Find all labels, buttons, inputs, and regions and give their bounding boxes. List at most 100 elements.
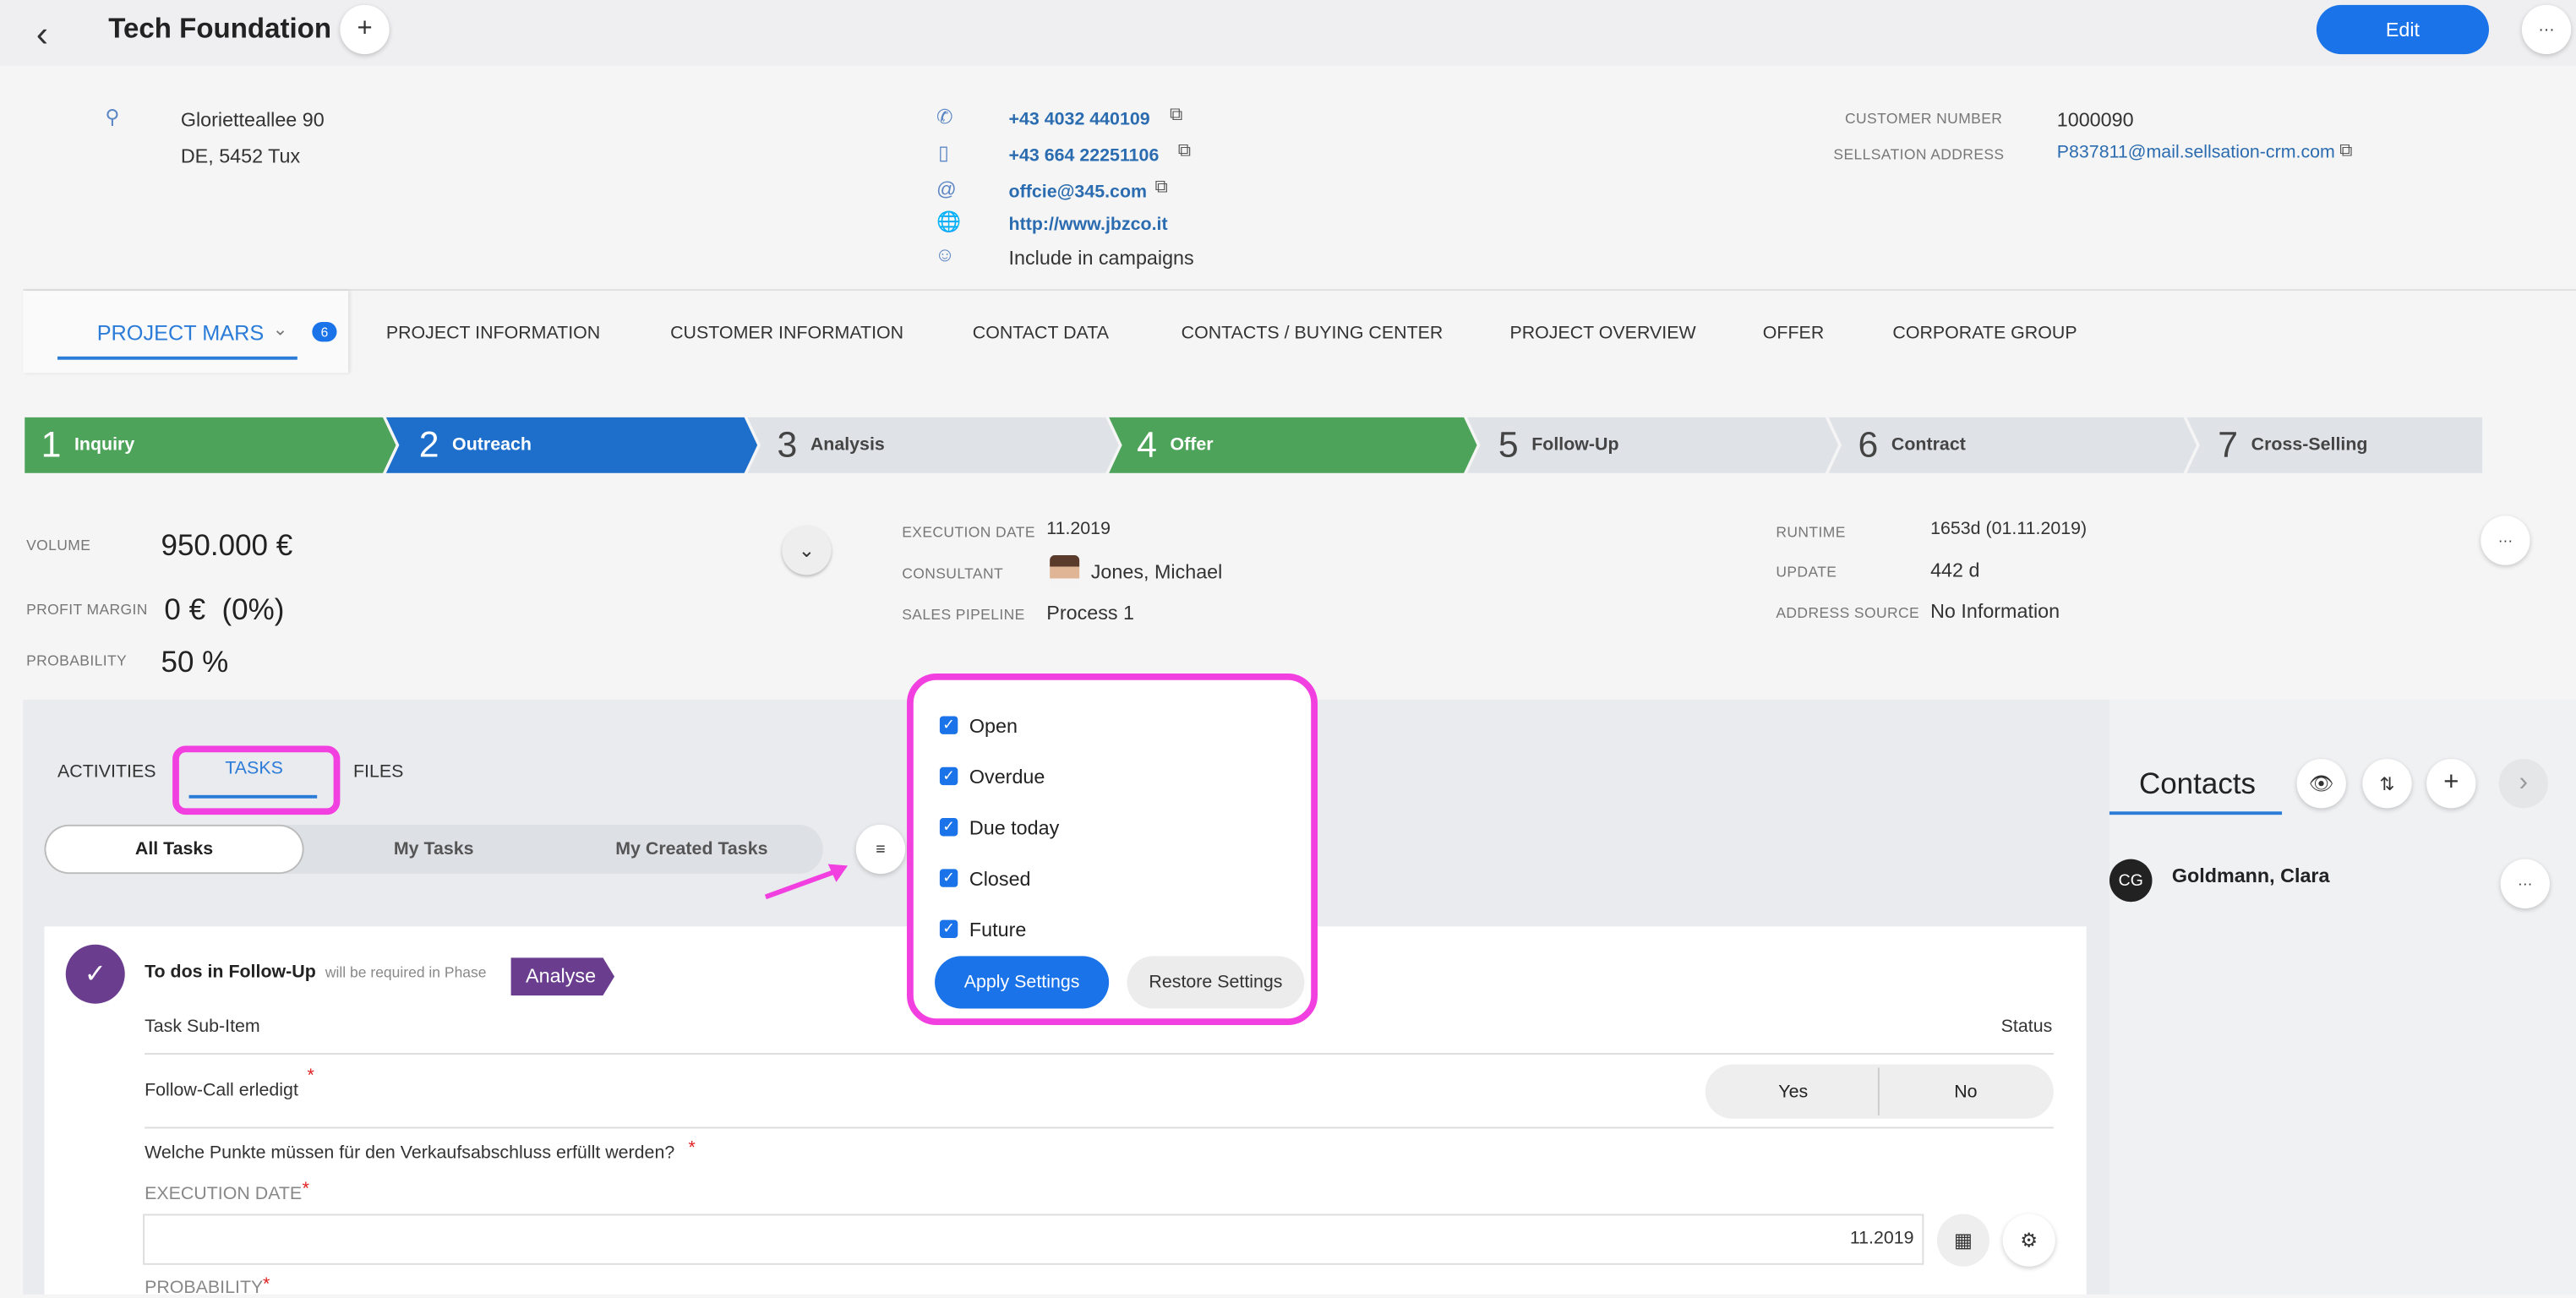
- sellsation-address[interactable]: P837811@mail.sellsation-crm.com: [2057, 143, 2335, 162]
- divider: [145, 1053, 2054, 1055]
- filter-all-tasks[interactable]: All Tasks: [46, 826, 303, 873]
- tab-project-information[interactable]: PROJECT INFORMATION: [386, 324, 600, 343]
- copy-icon[interactable]: ⧉: [1178, 141, 1191, 162]
- sort-icon[interactable]: ⇅: [2362, 759, 2412, 809]
- tab-contacts-buying-center[interactable]: CONTACTS / BUYING CENTER: [1182, 324, 1444, 343]
- phone-link[interactable]: +43 4032 440109: [1009, 110, 1150, 129]
- eye-icon[interactable]: 👁: [2296, 759, 2346, 809]
- tab-tasks[interactable]: TASKS: [225, 759, 283, 778]
- update-value: 442 d: [1930, 558, 1980, 582]
- filter-my-tasks[interactable]: My Tasks: [312, 826, 555, 872]
- email-link[interactable]: offcie@345.com: [1009, 183, 1147, 202]
- calendar-icon[interactable]: ▦: [1936, 1213, 1990, 1267]
- contact-avatar: CG: [2109, 859, 2153, 903]
- col-status: Status: [2000, 1017, 2053, 1037]
- option-due-today[interactable]: Due today: [969, 816, 1059, 839]
- more-options-button[interactable]: ···: [2521, 4, 2572, 55]
- tasks-tab-highlight: [172, 745, 341, 815]
- mobile-link[interactable]: +43 664 22251106: [1009, 146, 1160, 166]
- stage-inquiry[interactable]: 1 Inquiry: [25, 417, 135, 473]
- sellsation-address-label: SELLSATION ADDRESS: [1833, 146, 2005, 163]
- option-overdue[interactable]: Overdue: [969, 766, 1045, 788]
- apply-settings-button[interactable]: Apply Settings: [935, 956, 1110, 1009]
- annotation-arrow: [764, 864, 849, 900]
- tab-activities[interactable]: ACTIVITIES: [57, 762, 156, 782]
- execution-date-input-value: 11.2019: [1849, 1229, 1914, 1249]
- execution-date-label: EXECUTION DATE: [902, 524, 1035, 541]
- tab-project-overview[interactable]: PROJECT OVERVIEW: [1509, 324, 1695, 343]
- pipeline-stages: [25, 417, 2483, 473]
- checkbox-future[interactable]: ✓: [939, 919, 958, 938]
- checkbox-overdue[interactable]: ✓: [939, 766, 958, 786]
- tab-files[interactable]: FILES: [353, 762, 403, 782]
- probability-field-label: PROBABILITY: [145, 1278, 264, 1298]
- tab-corporate-group[interactable]: CORPORATE GROUP: [1892, 324, 2077, 343]
- update-label: UPDATE: [1776, 563, 1837, 581]
- task-filter-popup: ✓ Open ✓ Overdue ✓ Due today ✓ Closed ✓ …: [907, 673, 1318, 1025]
- phase-tag-label: Analyse: [526, 964, 597, 988]
- volume-value: 950.000 €: [161, 528, 293, 562]
- add-button[interactable]: +: [340, 4, 390, 55]
- stage-analysis[interactable]: 3 Analysis: [761, 417, 884, 473]
- contact-more-button[interactable]: ···: [2500, 859, 2550, 908]
- execution-date-value: 11.2019: [1046, 519, 1111, 539]
- stage-outreach[interactable]: 2 Outreach: [402, 417, 532, 473]
- option-closed[interactable]: Closed: [969, 867, 1031, 890]
- expand-chevron-icon[interactable]: ⌄: [782, 526, 832, 575]
- toggle-divider: [1877, 1067, 1880, 1115]
- execution-date-input[interactable]: [143, 1213, 1924, 1265]
- stage-contract[interactable]: 6 Contract: [1842, 417, 1966, 473]
- stage-follow-up[interactable]: 5 Follow-Up: [1482, 417, 1619, 473]
- clipboard-check-icon: ✓: [65, 944, 125, 1004]
- copy-icon[interactable]: ⧉: [1155, 177, 1168, 199]
- volume-label: VOLUME: [26, 537, 91, 554]
- chevron-right-icon[interactable]: ›: [2498, 759, 2548, 809]
- filter-icon[interactable]: ≡: [855, 824, 906, 875]
- address-source-value: No Information: [1930, 599, 2060, 623]
- email-icon: @: [936, 177, 957, 201]
- yes-button[interactable]: Yes: [1709, 1065, 1878, 1119]
- location-pin-icon: ⚲: [105, 105, 120, 128]
- gear-icon[interactable]: ⚙: [2002, 1213, 2055, 1267]
- stage-offer[interactable]: 4 Offer: [1121, 417, 1213, 473]
- copy-icon[interactable]: ⧉: [1170, 105, 1182, 126]
- no-button[interactable]: No: [1881, 1065, 2050, 1119]
- stage-cross-selling[interactable]: 7 Cross-Selling: [2202, 417, 2367, 473]
- tab-customer-information[interactable]: CUSTOMER INFORMATION: [670, 324, 903, 343]
- kpi-more-button[interactable]: ···: [2480, 515, 2530, 565]
- top-bar: ‹ Tech Foundation + Edit ···: [0, 0, 2576, 66]
- restore-settings-button[interactable]: Restore Settings: [1127, 956, 1305, 1009]
- tab-contact-data[interactable]: CONTACT DATA: [973, 324, 1109, 343]
- todo-note: will be required in Phase: [325, 964, 487, 981]
- copy-icon[interactable]: ⧉: [2339, 141, 2352, 162]
- tab-project[interactable]: PROJECT MARS ⌄ 6: [23, 291, 349, 374]
- website-link[interactable]: http://www.jbzco.it: [1009, 215, 1168, 235]
- divider: [145, 1126, 2054, 1129]
- phone-icon: ✆: [936, 105, 953, 128]
- todo-title: To dos in Follow-Up: [145, 963, 316, 983]
- sales-pipeline-value: Process 1: [1046, 601, 1134, 624]
- contacts-underline: [2109, 811, 2283, 815]
- chevron-down-icon[interactable]: ⌄: [273, 319, 288, 340]
- address-line1: Glorietteallee 90: [180, 108, 325, 132]
- checkbox-closed[interactable]: ✓: [939, 869, 958, 887]
- sales-pipeline-label: SALES PIPELINE: [902, 606, 1025, 623]
- checkbox-open[interactable]: ✓: [939, 716, 958, 734]
- campaigns-text: Include in campaigns: [1008, 246, 1194, 270]
- runtime-label: RUNTIME: [1776, 524, 1846, 541]
- active-tab-underline: [57, 356, 297, 360]
- option-open[interactable]: Open: [969, 715, 1018, 738]
- checkbox-due-today[interactable]: ✓: [939, 818, 958, 837]
- edit-button[interactable]: Edit: [2316, 4, 2490, 55]
- option-future[interactable]: Future: [969, 919, 1026, 941]
- required-marker: *: [302, 1179, 309, 1200]
- contacts-title: Contacts: [2138, 766, 2257, 800]
- contact-name[interactable]: Goldmann, Clara: [2172, 864, 2330, 886]
- tab-offer[interactable]: OFFER: [1763, 324, 1824, 343]
- page-title: Tech Foundation: [108, 13, 332, 45]
- profit-margin-label: PROFIT MARGIN: [26, 601, 148, 618]
- back-icon[interactable]: ‹: [36, 14, 48, 57]
- runtime-value: 1653d (01.11.2019): [1930, 519, 2088, 539]
- add-contact-button[interactable]: +: [2426, 759, 2476, 809]
- count-badge: 6: [312, 322, 337, 342]
